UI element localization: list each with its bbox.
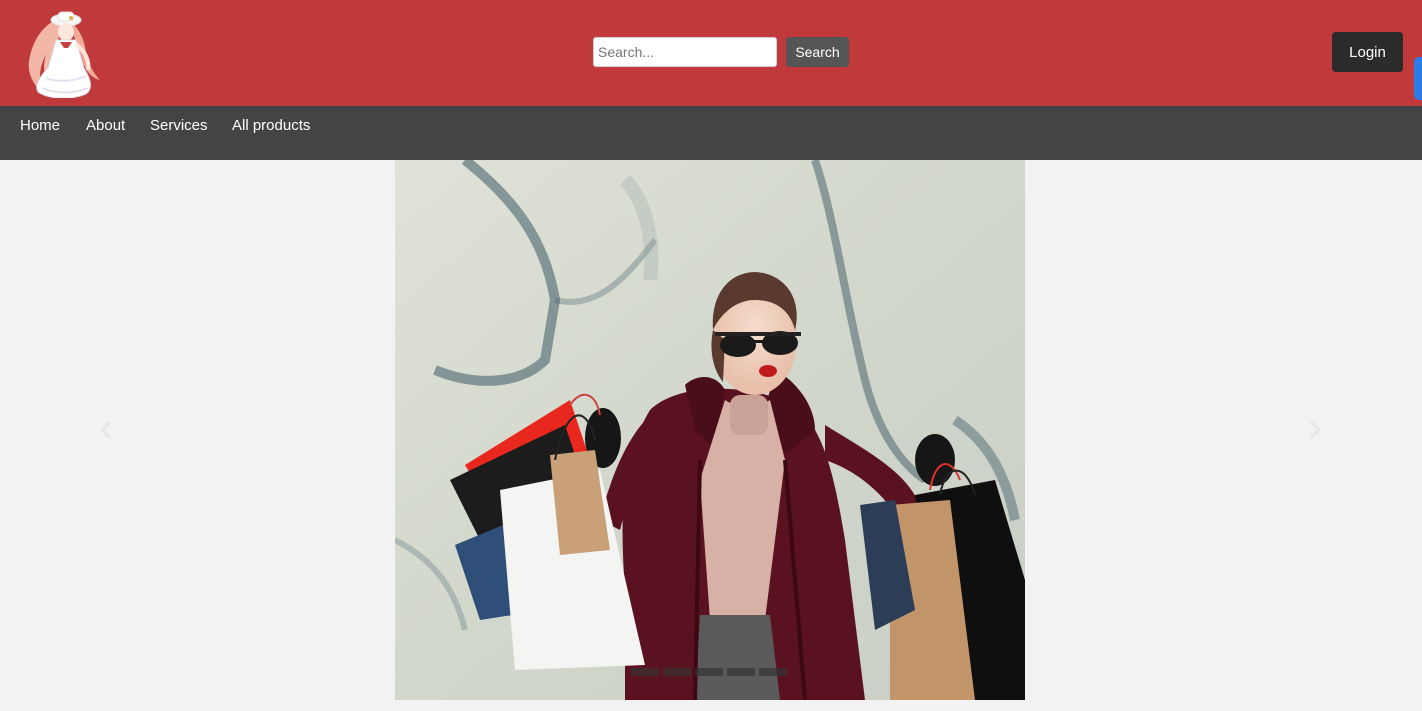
search-button[interactable]: Search — [786, 37, 849, 67]
carousel-indicator[interactable] — [663, 668, 691, 676]
main-nav: Home About Services All products — [0, 106, 1422, 160]
nav-item-services[interactable]: Services — [150, 117, 208, 134]
site-header: Search Login — [0, 0, 1422, 106]
carousel-indicator[interactable] — [631, 668, 659, 676]
nav-item-all-products[interactable]: All products — [232, 117, 310, 134]
hero-carousel — [0, 160, 1422, 711]
side-edge-tab[interactable] — [1414, 57, 1422, 100]
anime-girl-logo[interactable] — [16, 8, 106, 99]
chevron-right-icon — [1310, 421, 1321, 439]
carousel-next-button[interactable] — [1303, 418, 1327, 442]
search-input[interactable] — [593, 37, 777, 67]
woman-with-shopping-bags — [395, 160, 1025, 700]
login-button[interactable]: Login — [1332, 32, 1403, 72]
nav-item-home[interactable]: Home — [20, 117, 60, 134]
carousel-indicator[interactable] — [695, 668, 723, 676]
carousel-slide-image — [395, 160, 1025, 700]
carousel-indicator[interactable] — [727, 668, 755, 676]
nav-item-about[interactable]: About — [86, 117, 125, 134]
carousel-indicator[interactable] — [759, 668, 787, 676]
chevron-left-icon — [100, 421, 111, 439]
carousel-prev-button[interactable] — [94, 418, 118, 442]
